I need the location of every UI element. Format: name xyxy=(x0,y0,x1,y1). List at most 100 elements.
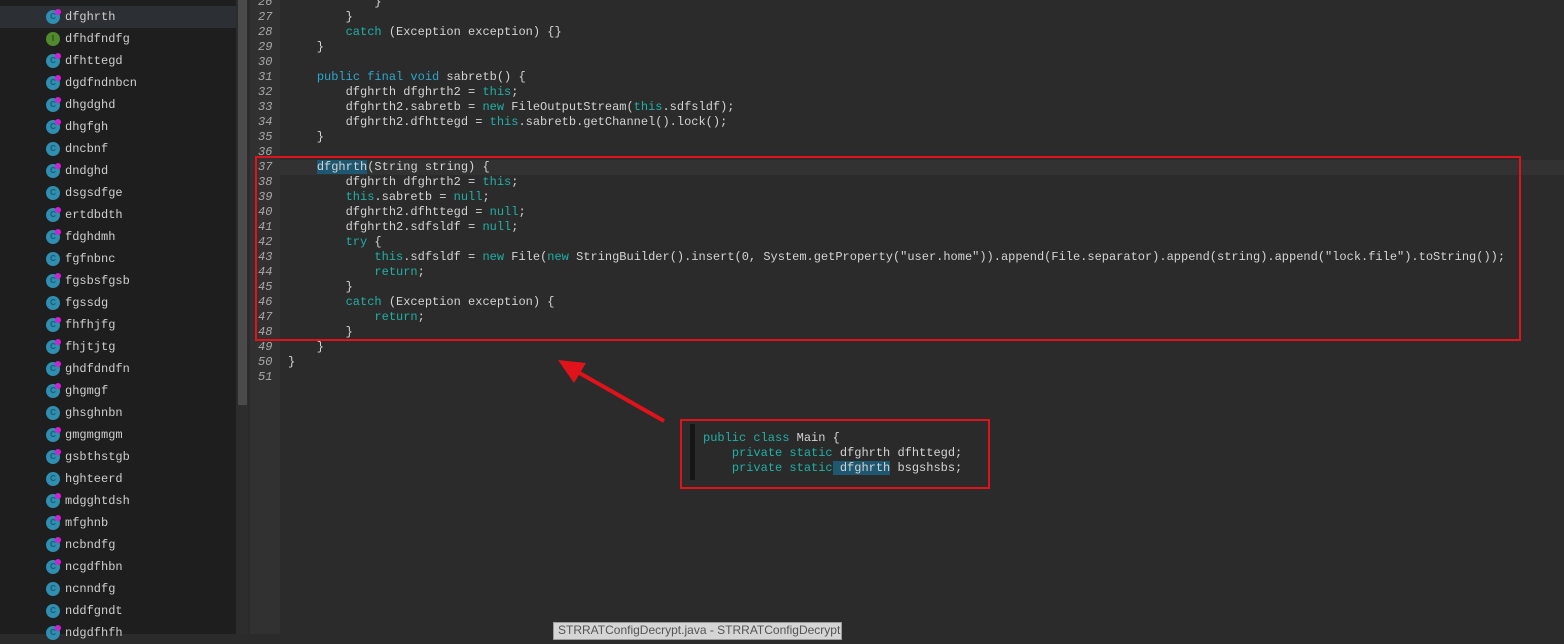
code-text: public final void sabretb() { xyxy=(288,70,526,85)
line-number: 29 xyxy=(258,40,273,54)
modifier-badge-icon xyxy=(55,383,61,389)
tree-item-dncbnf[interactable]: Cdncbnf xyxy=(0,138,236,160)
class-icon: C xyxy=(46,515,61,530)
modifier-badge-icon xyxy=(55,317,61,323)
tree-item-gmgmgmgm[interactable]: Cgmgmgmgm xyxy=(0,424,236,446)
tree-item-label: fhjtjtg xyxy=(65,340,116,354)
code-token: } xyxy=(288,10,353,24)
tree-item-mfghnb[interactable]: Cmfghnb xyxy=(0,512,236,534)
code-text: catch (Exception exception) {} xyxy=(288,25,562,40)
class-icon: C xyxy=(46,142,60,156)
tree-item-fgssdg[interactable]: Cfgssdg xyxy=(0,292,236,314)
tree-item-gsbthstgb[interactable]: Cgsbthstgb xyxy=(0,446,236,468)
tree-item-label: hghteerd xyxy=(65,472,123,486)
class-icon: C xyxy=(46,339,61,354)
tree-item-fdghdmh[interactable]: Cfdghdmh xyxy=(0,226,236,248)
code-line[interactable]: 27 } xyxy=(250,10,1564,25)
tree-item-label: fgsbsfgsb xyxy=(65,274,130,288)
class-icon: C xyxy=(46,317,61,332)
tree-item-ncbndfg[interactable]: Cncbndfg xyxy=(0,534,236,556)
modifier-badge-icon xyxy=(55,361,61,367)
tree-item-dfghrth[interactable]: Cdfghrth xyxy=(0,6,236,28)
tree-item-dndghd[interactable]: Cdndghd xyxy=(0,160,236,182)
code-line[interactable]: 28 catch (Exception exception) {} xyxy=(250,25,1564,40)
class-icon: C xyxy=(46,229,61,244)
code-line[interactable]: 26 } xyxy=(250,0,1564,10)
keyword-token: this xyxy=(482,85,512,99)
code-line[interactable]: 49 } xyxy=(250,340,1564,355)
tree-item-hghteerd[interactable]: Chghteerd xyxy=(0,468,236,490)
tree-item-mdgghtdsh[interactable]: Cmdgghtdsh xyxy=(0,490,236,512)
class-icon: C xyxy=(46,186,60,200)
tree-item-fgsbsfgsb[interactable]: Cfgsbsfgsb xyxy=(0,270,236,292)
modifier-badge-icon xyxy=(55,229,61,235)
code-text: } xyxy=(288,130,324,145)
tree-item-ghgmgf[interactable]: Cghgmgf xyxy=(0,380,236,402)
tree-item-dsgsdfge[interactable]: Cdsgsdfge xyxy=(0,182,236,204)
code-line[interactable]: 34 dfghrth2.dfhttegd = this.sabretb.getC… xyxy=(250,115,1564,130)
interface-icon: I xyxy=(46,32,60,46)
tree-item-label: ghdfdndfn xyxy=(65,362,130,376)
line-number: 32 xyxy=(258,85,273,99)
code-text: dfghrth dfghrth2 = this; xyxy=(288,85,519,100)
tree-item-label: gsbthstgb xyxy=(65,450,130,464)
class-icon: C xyxy=(46,449,61,464)
keyword-token: catch xyxy=(345,25,382,39)
modifier-badge-icon xyxy=(55,515,61,521)
tree-item-label: dhgdghd xyxy=(65,98,116,112)
code-line[interactable]: 33 dfghrth2.sabretb = new FileOutputStre… xyxy=(250,100,1564,115)
tree-item-label: mfghnb xyxy=(65,516,109,530)
tree-item-nddfgndt[interactable]: Cnddfgndt xyxy=(0,600,236,622)
modifier-badge-icon xyxy=(55,493,61,499)
tree-item-ncnndfg[interactable]: Cncnndfg xyxy=(0,578,236,600)
code-token: } xyxy=(288,40,325,54)
modifier-badge-icon xyxy=(55,9,61,15)
tree-item-label: ndgdfhfh xyxy=(65,626,123,640)
class-icon: C xyxy=(46,53,61,68)
sidebar-scrollbar-thumb[interactable] xyxy=(238,0,247,405)
modifier-badge-icon xyxy=(55,339,61,345)
code-line[interactable]: 31 public final void sabretb() { xyxy=(250,70,1564,85)
tree-item-ghdfdndfn[interactable]: Cghdfdndfn xyxy=(0,358,236,380)
class-icon: C xyxy=(46,406,60,420)
tree-item-ertdbdth[interactable]: Certdbdth xyxy=(0,204,236,226)
tree-item-label: ncnndfg xyxy=(65,582,116,596)
tree-item-label: nddfgndt xyxy=(65,604,123,618)
class-icon: C xyxy=(46,559,61,574)
modifier-badge-icon xyxy=(55,163,61,169)
tree-item-label: dfghrth xyxy=(65,10,116,24)
tree-item-dhgfgh[interactable]: Cdhgfgh xyxy=(0,116,236,138)
code-line[interactable]: 50} xyxy=(250,355,1564,370)
line-number: 34 xyxy=(258,115,273,129)
class-icon: C xyxy=(46,604,60,618)
tree-item-dgdfndnbcn[interactable]: Cdgdfndnbcn xyxy=(0,72,236,94)
code-token: dfghrth2.dfhttegd = xyxy=(288,115,490,129)
keyword-token: this xyxy=(489,115,519,129)
tree-item-fhjtjtg[interactable]: Cfhjtjtg xyxy=(0,336,236,358)
tree-item-fgfnbnc[interactable]: Cfgfnbnc xyxy=(0,248,236,270)
class-icon: C xyxy=(46,163,61,178)
tree-item-dfhttegd[interactable]: Cdfhttegd xyxy=(0,50,236,72)
tree-item-ncgdfhbn[interactable]: Cncgdfhbn xyxy=(0,556,236,578)
highlight-box-inset xyxy=(680,419,990,489)
tree-item-ghsghnbn[interactable]: Cghsghnbn xyxy=(0,402,236,424)
modifier-badge-icon xyxy=(55,53,61,59)
tree-item-dfhdfndfg[interactable]: Idfhdfndfg xyxy=(0,28,236,50)
line-number: 33 xyxy=(258,100,273,114)
code-token: FileOutputStream( xyxy=(504,100,634,114)
tree-item-fhfhjfg[interactable]: Cfhfhjfg xyxy=(0,314,236,336)
code-text: } xyxy=(288,10,353,25)
tree-item-label: fhfhjfg xyxy=(65,318,116,332)
keyword-token: this xyxy=(633,100,663,114)
code-token: (Exception exception) {} xyxy=(381,25,562,39)
tree-item-ndgdfhfh[interactable]: Cndgdfhfh xyxy=(0,622,236,644)
code-line[interactable]: 29 } xyxy=(250,40,1564,55)
tree-item-label: gmgmgmgm xyxy=(65,428,123,442)
code-line[interactable]: 30 xyxy=(250,55,1564,70)
line-number: 35 xyxy=(258,130,273,144)
code-line[interactable]: 35 } xyxy=(250,130,1564,145)
code-line[interactable]: 51 xyxy=(250,370,1564,385)
modifier-badge-icon xyxy=(55,537,61,543)
code-line[interactable]: 32 dfghrth dfghrth2 = this; xyxy=(250,85,1564,100)
tree-item-dhgdghd[interactable]: Cdhgdghd xyxy=(0,94,236,116)
